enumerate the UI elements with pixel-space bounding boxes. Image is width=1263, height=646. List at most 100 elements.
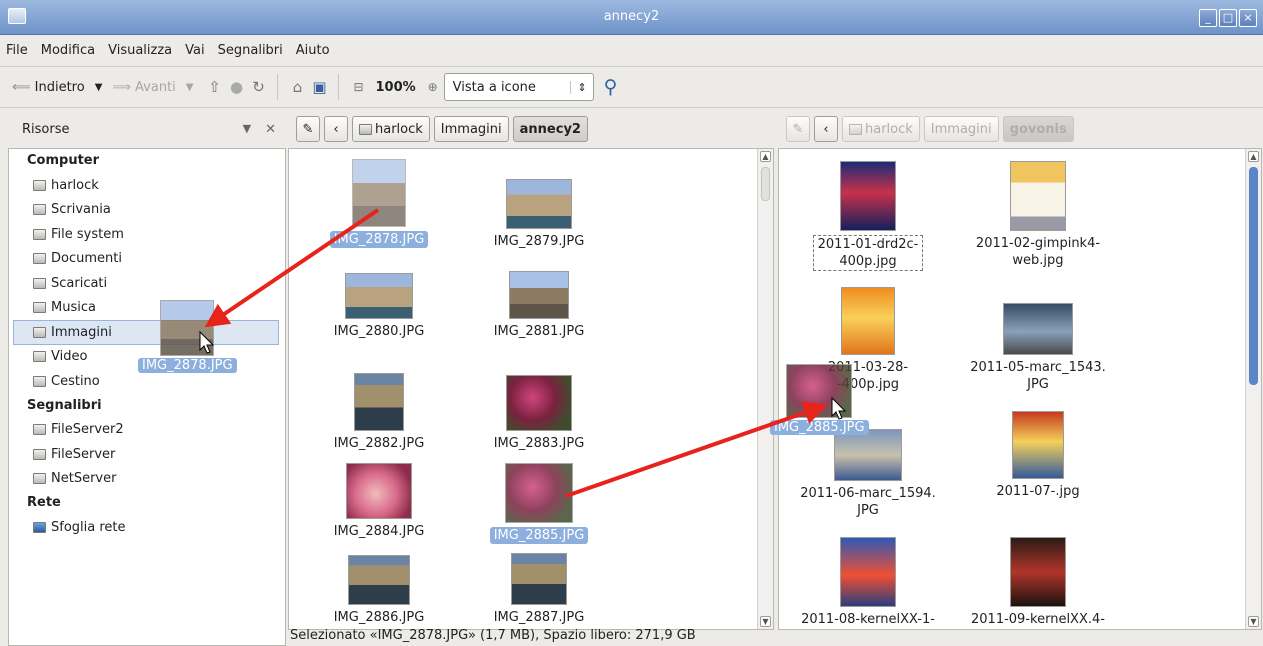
scroll-up-icon[interactable]: ▲: [760, 151, 771, 162]
scroll-thumb[interactable]: [1249, 167, 1258, 385]
up-icon[interactable]: ⇧: [203, 76, 225, 98]
menu-aiuto[interactable]: Aiuto: [296, 43, 330, 58]
status-bar: Selezionato «IMG_2878.JPG» (1,7 MB), Spa…: [290, 628, 696, 643]
computer-icon[interactable]: ▣: [308, 76, 330, 98]
sidebar-item-fileserver2[interactable]: FileServer2: [9, 418, 285, 443]
title-bar[interactable]: annecy2 _ □ ×: [0, 0, 1263, 35]
reload-icon[interactable]: ↻: [247, 76, 269, 98]
sidebar-item-fileserver[interactable]: FileServer: [9, 442, 285, 467]
path-back-chevron[interactable]: ‹: [324, 116, 348, 142]
file-2011-07[interactable]: 2011-07-.jpg: [963, 411, 1113, 500]
chevron-down-icon[interactable]: ▼: [95, 82, 103, 93]
updown-arrow-icon: ⇕: [570, 80, 587, 94]
file-img-2878[interactable]: IMG_2878.JPG: [315, 159, 443, 248]
file-img-2886[interactable]: IMG_2886.JPG: [315, 555, 443, 626]
image-thumbnail: [841, 287, 895, 355]
scroll-thumb[interactable]: [761, 167, 770, 201]
file-2011-01[interactable]: 2011-01-drd2c- 400p.jpg: [793, 161, 943, 271]
file-img-2883[interactable]: IMG_2883.JPG: [475, 375, 603, 452]
file-label: 2011-08-kernelXX-1-: [801, 612, 935, 627]
path-annecy2[interactable]: annecy2: [512, 116, 588, 142]
path-back-chevron[interactable]: ‹: [814, 116, 838, 142]
sidebar-item-documenti[interactable]: Documenti: [9, 247, 285, 272]
menu-file[interactable]: File: [6, 43, 28, 58]
view-mode-value: Vista a icone: [452, 79, 536, 95]
search-icon[interactable]: ⚲: [604, 76, 618, 98]
image-thumbnail: [786, 364, 853, 418]
file-img-2881[interactable]: IMG_2881.JPG: [475, 271, 603, 340]
sidebar-item-sfoglia-rete[interactable]: Sfoglia rete: [9, 515, 285, 540]
path-immagini[interactable]: Immagini: [433, 116, 509, 142]
sidebar-item-scaricati[interactable]: Scaricati: [9, 271, 285, 296]
sidebar-title: Risorse: [22, 121, 70, 137]
file-2011-05[interactable]: 2011-05-marc_1543. JPG: [963, 303, 1113, 393]
music-folder-icon: [33, 302, 46, 314]
file-img-2887[interactable]: IMG_2887.JPG: [475, 553, 603, 626]
file-label: 2011-09-kernelXX.4-: [971, 612, 1105, 627]
menu-visualizza[interactable]: Visualizza: [108, 43, 172, 58]
sidebar-item-scrivania[interactable]: Scrivania: [9, 198, 285, 223]
menu-segnalibri[interactable]: Segnalibri: [218, 43, 283, 58]
sidebar-item-harlock[interactable]: harlock: [9, 173, 285, 198]
edit-location-icon[interactable]: ✎: [786, 116, 810, 142]
toolbar-separator: [277, 74, 279, 100]
image-thumbnail: [506, 375, 572, 431]
close-icon[interactable]: ✕: [265, 122, 276, 137]
edit-location-icon[interactable]: ✎: [296, 116, 320, 142]
path-immagini[interactable]: Immagini: [923, 116, 999, 142]
pictures-folder-icon: [33, 326, 46, 338]
file-2011-09[interactable]: 2011-09-kernelXX.4-: [963, 537, 1113, 628]
sidebar-item-file-system[interactable]: File system: [9, 222, 285, 247]
home-folder-icon: [359, 123, 372, 135]
forward-button[interactable]: ⟹ Avanti ▼: [112, 80, 193, 95]
stop-icon[interactable]: ●: [225, 76, 247, 98]
file-2011-06[interactable]: 2011-06-marc_1594. JPG: [793, 429, 943, 519]
file-img-2880[interactable]: IMG_2880.JPG: [315, 273, 443, 340]
path-harlock[interactable]: harlock: [842, 116, 920, 142]
home-icon[interactable]: ⌂: [286, 76, 308, 98]
network-folder-icon: [33, 473, 46, 485]
documents-folder-icon: [33, 253, 46, 265]
image-thumbnail: [1012, 411, 1064, 479]
drag-ghost-right: IMG_2885.JPG: [770, 364, 869, 435]
drive-icon: [33, 228, 46, 240]
close-button[interactable]: ×: [1239, 9, 1257, 27]
file-2011-02[interactable]: 2011-02-gimpink4- web.jpg: [963, 161, 1113, 269]
scroll-down-icon[interactable]: ▼: [1248, 616, 1259, 627]
network-folder-icon: [33, 424, 46, 436]
image-thumbnail: [1003, 303, 1073, 355]
maximize-button[interactable]: □: [1219, 9, 1237, 27]
sidebar: Computer harlock Scrivania File system D…: [8, 148, 286, 646]
back-arrow-icon: ⟸: [12, 79, 31, 95]
file-img-2879[interactable]: IMG_2879.JPG: [475, 179, 603, 250]
chevron-down-icon[interactable]: ▼: [186, 82, 194, 93]
minimize-button[interactable]: _: [1199, 9, 1217, 27]
file-2011-08[interactable]: 2011-08-kernelXX-1-: [793, 537, 943, 628]
left-icon-view[interactable]: ▲ ▼ IMG_2878.JPG IMG_2879.JPG IMG_2880.J…: [288, 148, 774, 630]
path-govonis[interactable]: govonis: [1002, 116, 1074, 142]
menu-vai[interactable]: Vai: [185, 43, 204, 58]
image-thumbnail: [1010, 537, 1066, 607]
right-scrollbar[interactable]: ▲ ▼: [1245, 149, 1261, 629]
file-img-2884[interactable]: IMG_2884.JPG: [315, 463, 443, 540]
sidebar-item-netserver[interactable]: NetServer: [9, 467, 285, 492]
path-harlock[interactable]: harlock: [352, 116, 430, 142]
toolbar: ⟸ Indietro ▼ ⟹ Avanti ▼ ⇧ ● ↻ ⌂ ▣ ⊟ 100%…: [0, 66, 1263, 108]
file-label: 2011-07-.jpg: [996, 484, 1080, 499]
file-img-2882[interactable]: IMG_2882.JPG: [315, 373, 443, 452]
drag-ghost-left: IMG_2878.JPG: [138, 300, 237, 373]
file-label: 2011-02-gimpink4- web.jpg: [975, 236, 1101, 268]
back-button[interactable]: ⟸ Indietro ▼: [12, 80, 102, 95]
chevron-down-icon[interactable]: ▼: [243, 122, 251, 137]
zoom-out-icon[interactable]: ⊟: [347, 76, 369, 98]
menu-modifica[interactable]: Modifica: [41, 43, 95, 58]
file-img-2885[interactable]: IMG_2885.JPG: [475, 463, 603, 544]
scroll-up-icon[interactable]: ▲: [1248, 151, 1259, 162]
view-mode-select[interactable]: Vista a icone ⇕: [443, 73, 594, 101]
window-title: annecy2: [603, 9, 660, 24]
scroll-down-icon[interactable]: ▼: [760, 616, 771, 627]
toolbar-separator: [338, 74, 340, 100]
section-segnalibri: Segnalibri: [27, 397, 102, 413]
downloads-folder-icon: [33, 277, 46, 289]
zoom-in-icon[interactable]: ⊕: [422, 76, 444, 98]
